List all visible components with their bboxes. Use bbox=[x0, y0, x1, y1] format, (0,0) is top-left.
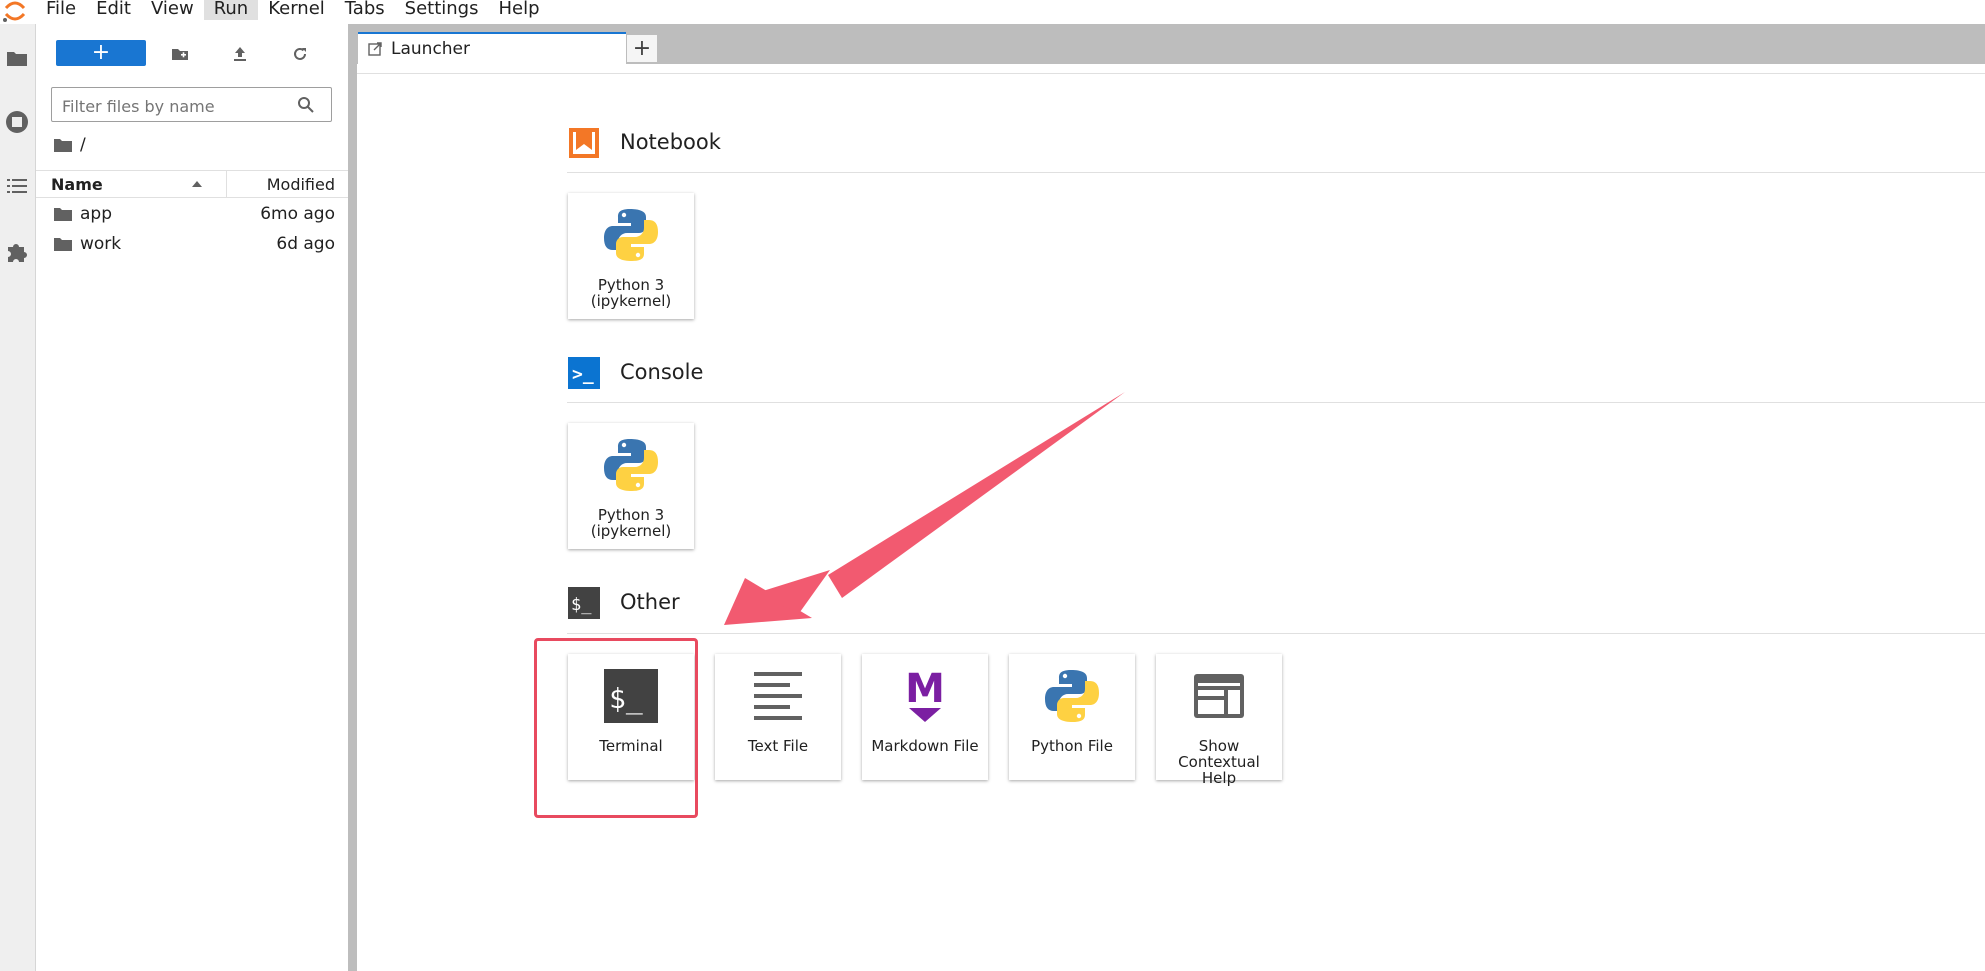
file-row[interactable]: work 6d ago bbox=[36, 230, 348, 258]
folder-icon[interactable] bbox=[3, 44, 31, 72]
panel-splitter[interactable] bbox=[348, 24, 357, 971]
menus: File Edit View Run Kernel Tabs Settings … bbox=[36, 0, 550, 20]
console-section-icon: >_ bbox=[568, 357, 600, 389]
card-label: Python 3 (ipykernel) bbox=[570, 277, 692, 309]
text-file-icon bbox=[754, 672, 802, 720]
notebook-section-title: Notebook bbox=[620, 130, 721, 154]
card-label: Text File bbox=[747, 737, 809, 755]
console-python3-card[interactable]: Python 3 (ipykernel) bbox=[568, 423, 694, 549]
terminal-glyph: $_ bbox=[571, 595, 592, 615]
markdown-file-card[interactable]: M Markdown File bbox=[862, 654, 988, 780]
menu-file[interactable]: File bbox=[36, 0, 86, 20]
new-folder-icon[interactable] bbox=[170, 44, 190, 64]
file-row[interactable]: app 6mo ago bbox=[36, 200, 348, 228]
card-label: Python 3 (ipykernel) bbox=[570, 507, 692, 539]
card-label: Python File bbox=[1031, 737, 1113, 755]
refresh-icon[interactable] bbox=[290, 44, 310, 64]
menu-bar: File Edit View Run Kernel Tabs Settings … bbox=[0, 0, 1985, 24]
filter-files-box bbox=[51, 87, 332, 122]
menu-edit[interactable]: Edit bbox=[86, 0, 141, 20]
table-of-contents-icon[interactable] bbox=[3, 172, 31, 200]
menu-run[interactable]: Run bbox=[203, 0, 259, 20]
column-name-header[interactable]: Name bbox=[51, 175, 103, 194]
console-glyph: >_ bbox=[572, 364, 594, 385]
extension-puzzle-icon[interactable] bbox=[3, 238, 31, 266]
folder-icon bbox=[54, 139, 72, 152]
card-label-line: Show bbox=[1198, 737, 1240, 755]
python-logo-icon bbox=[604, 439, 658, 491]
tab-launcher[interactable]: Launcher bbox=[358, 32, 626, 64]
markdown-icon: M bbox=[905, 666, 945, 722]
card-label: Markdown File bbox=[871, 737, 979, 755]
dock-divider bbox=[357, 73, 1985, 74]
filter-files-input[interactable] bbox=[60, 94, 294, 118]
contextual-help-card[interactable]: Show Contextual Help bbox=[1156, 654, 1282, 786]
upload-icon[interactable] bbox=[230, 44, 250, 64]
jupyter-logo-icon bbox=[3, 1, 26, 22]
notebook-section-rule bbox=[567, 172, 1985, 173]
tab-label: Launcher bbox=[391, 39, 471, 59]
card-label-line: Python 3 bbox=[597, 276, 665, 294]
launch-icon bbox=[368, 42, 382, 56]
other-section-title: Other bbox=[620, 590, 680, 614]
file-modified: 6mo ago bbox=[260, 204, 335, 224]
breadcrumb-root[interactable]: / bbox=[80, 135, 86, 155]
markdown-glyph: M bbox=[905, 666, 945, 712]
file-browser: + / Name Modified bbox=[36, 24, 348, 971]
search-icon bbox=[298, 97, 314, 113]
folder-icon bbox=[54, 238, 72, 251]
activity-bar bbox=[0, 24, 36, 971]
column-modified-header[interactable]: Modified bbox=[267, 175, 335, 194]
running-stop-icon[interactable] bbox=[3, 108, 31, 136]
card-label-line: Python 3 bbox=[597, 506, 665, 524]
notebook-section-icon bbox=[569, 128, 599, 158]
file-modified: 6d ago bbox=[276, 234, 335, 254]
menu-settings[interactable]: Settings bbox=[395, 0, 489, 20]
card-label-line: (ipykernel) bbox=[590, 522, 672, 540]
plus-icon: + bbox=[91, 40, 111, 65]
menu-help[interactable]: Help bbox=[488, 0, 549, 20]
add-tab-button[interactable]: + bbox=[627, 35, 657, 62]
new-launcher-button[interactable]: + bbox=[56, 40, 146, 66]
file-browser-toolbar: + bbox=[36, 40, 348, 70]
file-name: work bbox=[80, 234, 122, 254]
notebook-python3-card[interactable]: Python 3 (ipykernel) bbox=[568, 193, 694, 319]
menu-tabs[interactable]: Tabs bbox=[335, 0, 395, 20]
breadcrumb[interactable]: / bbox=[54, 134, 86, 156]
card-label-line: Help bbox=[1201, 769, 1237, 787]
menu-view[interactable]: View bbox=[141, 0, 204, 20]
terminal-highlight-box bbox=[534, 638, 698, 818]
column-divider bbox=[226, 171, 227, 197]
tab-bar: Launcher + bbox=[357, 24, 1985, 64]
card-label-line: Contextual bbox=[1178, 753, 1260, 771]
sort-ascending-icon bbox=[192, 181, 202, 187]
file-name: app bbox=[80, 204, 112, 224]
menu-kernel[interactable]: Kernel bbox=[258, 0, 335, 20]
console-section-title: Console bbox=[620, 360, 704, 384]
python-file-card[interactable]: Python File bbox=[1009, 654, 1135, 780]
card-label-line: (ipykernel) bbox=[590, 292, 672, 310]
file-list-header: Name Modified bbox=[36, 170, 348, 198]
card-label: Show Contextual Help bbox=[1158, 738, 1280, 786]
folder-icon bbox=[54, 208, 72, 221]
other-section-icon: $_ bbox=[568, 587, 600, 619]
annotation-arrow-icon bbox=[724, 392, 1125, 625]
contextual-help-icon bbox=[1194, 674, 1244, 718]
python-logo-icon bbox=[604, 209, 658, 261]
python-logo-icon bbox=[1045, 670, 1099, 722]
text-file-card[interactable]: Text File bbox=[715, 654, 841, 780]
